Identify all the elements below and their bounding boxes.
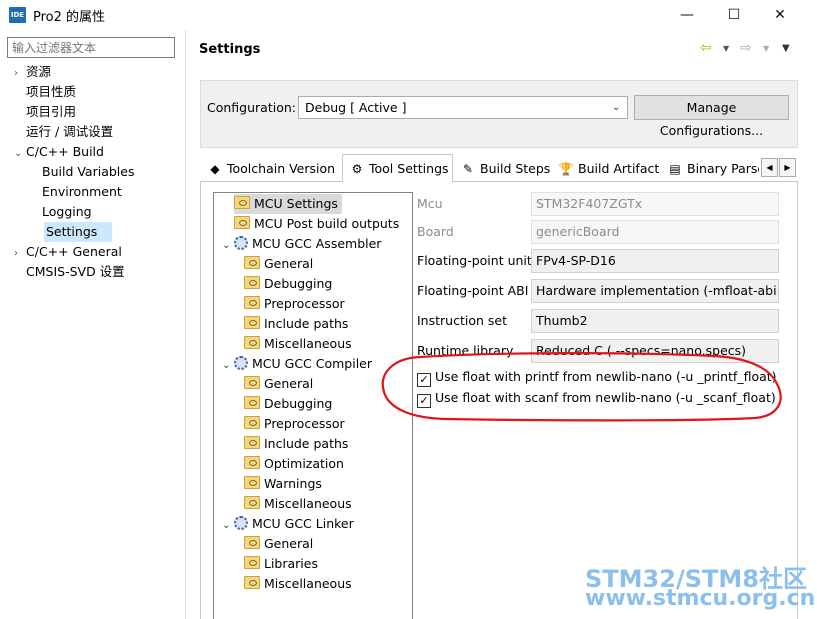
watermark-url-text: www.stmcu.org.cn bbox=[585, 586, 816, 611]
red-annotation-ellipse bbox=[381, 352, 782, 422]
annotation-stroke bbox=[381, 352, 782, 422]
